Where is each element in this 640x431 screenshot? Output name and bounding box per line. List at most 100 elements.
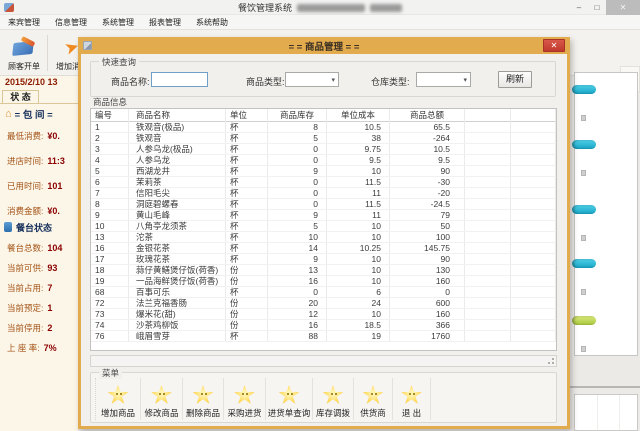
- table-cell: 65.5: [390, 122, 465, 132]
- table-row[interactable]: 9黄山毛峰杯91179: [91, 210, 556, 221]
- menubar-item-system-mgmt[interactable]: 系统管理: [102, 17, 134, 28]
- table-cell: 9.5: [327, 155, 390, 165]
- table-cell: 玫瑰花茶: [129, 254, 226, 264]
- customer-billing-button[interactable]: 顾客开单: [2, 32, 46, 74]
- table-row[interactable]: 3人参乌龙(极品)杯09.7510.5: [91, 144, 556, 155]
- table-cell: -30: [390, 177, 465, 187]
- product-table[interactable]: 编号商品名称单位商品库存单位成本商品总额 1铁观音(极品)杯810.565.52…: [90, 108, 557, 351]
- table-cell: [511, 122, 556, 132]
- table-row[interactable]: 74沙茶鸡柳饭份1618.5366: [91, 320, 556, 331]
- product-type-select[interactable]: ▾: [285, 72, 339, 87]
- list-item-fragment: [581, 170, 586, 176]
- table-row[interactable]: 18蒜仔黄鳝煲仔饭(荷香)份1310130: [91, 265, 556, 276]
- stat-value: ¥0.: [47, 206, 60, 216]
- table-cell: 14: [268, 243, 327, 253]
- menu-button-label: 采购进货: [227, 407, 261, 419]
- table-row[interactable]: 1铁观音(极品)杯810.565.5: [91, 122, 556, 133]
- table-cell: 9: [268, 166, 327, 176]
- table-cell: [465, 144, 511, 154]
- dialog-close-button[interactable]: ✕: [543, 39, 565, 52]
- table-cell: 杯: [226, 210, 268, 220]
- stat-value: 104: [47, 243, 62, 253]
- table-cell: [465, 221, 511, 231]
- edit-product-button[interactable]: 修改商品: [141, 378, 183, 420]
- menubar-item-system-help[interactable]: 系统帮助: [196, 17, 228, 28]
- purchase-order-query-button[interactable]: 进货单查询: [266, 378, 313, 420]
- exit-button[interactable]: 退 出: [393, 378, 431, 420]
- menu-button-label: 进货单查询: [268, 407, 311, 419]
- product-type-label: 商品类型:: [246, 75, 285, 88]
- window-close-button[interactable]: ✕: [606, 0, 640, 15]
- add-product-button[interactable]: 增加商品: [96, 378, 141, 420]
- purchase-stock-button[interactable]: 采购进货: [224, 378, 266, 420]
- table-cell: 法兰克福香肠: [129, 298, 226, 308]
- table-cell: [511, 133, 556, 143]
- table-row[interactable]: 6茉莉茶杯011.5-30: [91, 177, 556, 188]
- menubar-item-report-mgmt[interactable]: 报表管理: [149, 17, 181, 28]
- menu-button-label: 删除商品: [186, 407, 220, 419]
- minimize-button[interactable]: –: [570, 0, 588, 15]
- table-cell: 0: [268, 188, 327, 198]
- table-row[interactable]: 17玫瑰花茶杯91090: [91, 254, 556, 265]
- table-cell: 杯: [226, 133, 268, 143]
- table-cell: [511, 320, 556, 330]
- stat-label: 当前占用:: [7, 283, 43, 293]
- table-row[interactable]: 8洞庭碧螺春杯011.5-24.5: [91, 199, 556, 210]
- stat-value: 7: [47, 283, 52, 293]
- menu-button-label: 退 出: [402, 407, 421, 419]
- table-cell: [511, 166, 556, 176]
- censored-text-block: [370, 4, 402, 12]
- stat-value: 1: [47, 303, 52, 313]
- table-row[interactable]: 16金银花茶杯1410.25145.75: [91, 243, 556, 254]
- menubar-item-info-mgmt[interactable]: 信息管理: [55, 17, 87, 28]
- table-cell: 9: [268, 254, 327, 264]
- table-cell: 10.5: [390, 144, 465, 154]
- table-cell: 8: [268, 122, 327, 132]
- table-cell: 10: [327, 166, 390, 176]
- table-row[interactable]: 10八角亭龙须茶杯51050: [91, 221, 556, 232]
- dialog-body: 快速查询 商品名称: 商品类型: ▾ 仓库类型: ▾ 刷新 商品信息 编号商品名…: [81, 54, 567, 426]
- stat-label: 消费金额:: [7, 206, 43, 216]
- background-strip: [570, 356, 640, 386]
- table-row[interactable]: 13沱茶杯1010100: [91, 232, 556, 243]
- star-icon: [401, 385, 422, 405]
- product-name-input[interactable]: [151, 72, 208, 87]
- table-row[interactable]: 5西湖龙井杯91090: [91, 166, 556, 177]
- menubar-item-guest-mgmt[interactable]: 来宾管理: [8, 17, 40, 28]
- resize-grip[interactable]: [546, 356, 555, 365]
- column-header: 商品名称: [129, 109, 226, 122]
- table-row[interactable]: 19一品海鲜煲仔饭(荷香)份1610160: [91, 276, 556, 287]
- table-cell: 杯: [226, 331, 268, 341]
- warehouse-type-select[interactable]: ▾: [416, 72, 471, 87]
- maximize-button[interactable]: □: [588, 0, 606, 15]
- table-cell: [465, 232, 511, 242]
- list-item-fragment: [581, 115, 586, 121]
- refresh-button[interactable]: 刷新: [498, 71, 532, 88]
- stock-transfer-button[interactable]: 库存调拨: [313, 378, 354, 420]
- table-row[interactable]: 2铁观音杯538-264: [91, 133, 556, 144]
- table-cell: 145.75: [390, 243, 465, 253]
- list-bullet-icon: [572, 85, 596, 94]
- delete-product-button[interactable]: 删除商品: [183, 378, 224, 420]
- table-cell: 10.5: [327, 122, 390, 132]
- table-row[interactable]: 76峨眉雪芽杯88191760: [91, 331, 556, 342]
- table-cell: 3: [91, 144, 129, 154]
- table-row[interactable]: 4人参乌龙杯09.59.5: [91, 155, 556, 166]
- table-row[interactable]: 68百事可乐杯060: [91, 287, 556, 298]
- table-cell: 洞庭碧螺春: [129, 199, 226, 209]
- table-row[interactable]: 73爆米花(甜)份1210160: [91, 309, 556, 320]
- table-cell: 沙茶鸡柳饭: [129, 320, 226, 330]
- table-row[interactable]: 7信阳毛尖杯011-20: [91, 188, 556, 199]
- table-cell: [511, 265, 556, 275]
- sidebar-datetime: 2015/2/10 13: [0, 77, 78, 90]
- stat-label: 当前停用:: [7, 323, 43, 333]
- dialog-icon: [83, 41, 92, 50]
- dialog-product-management: = = 商品管理 = = ✕ 快速查询 商品名称: 商品类型: ▾ 仓库类型: …: [78, 37, 570, 429]
- tab-status[interactable]: 状 态: [2, 90, 39, 104]
- censored-text-block: [297, 4, 365, 12]
- supplier-button[interactable]: 供货商: [354, 378, 393, 420]
- table-cell: 人参乌龙: [129, 155, 226, 165]
- table-row[interactable]: 72法兰克福香肠份2024600: [91, 298, 556, 309]
- dialog-titlebar[interactable]: = = 商品管理 = = ✕: [81, 37, 567, 54]
- table-cell: [465, 243, 511, 253]
